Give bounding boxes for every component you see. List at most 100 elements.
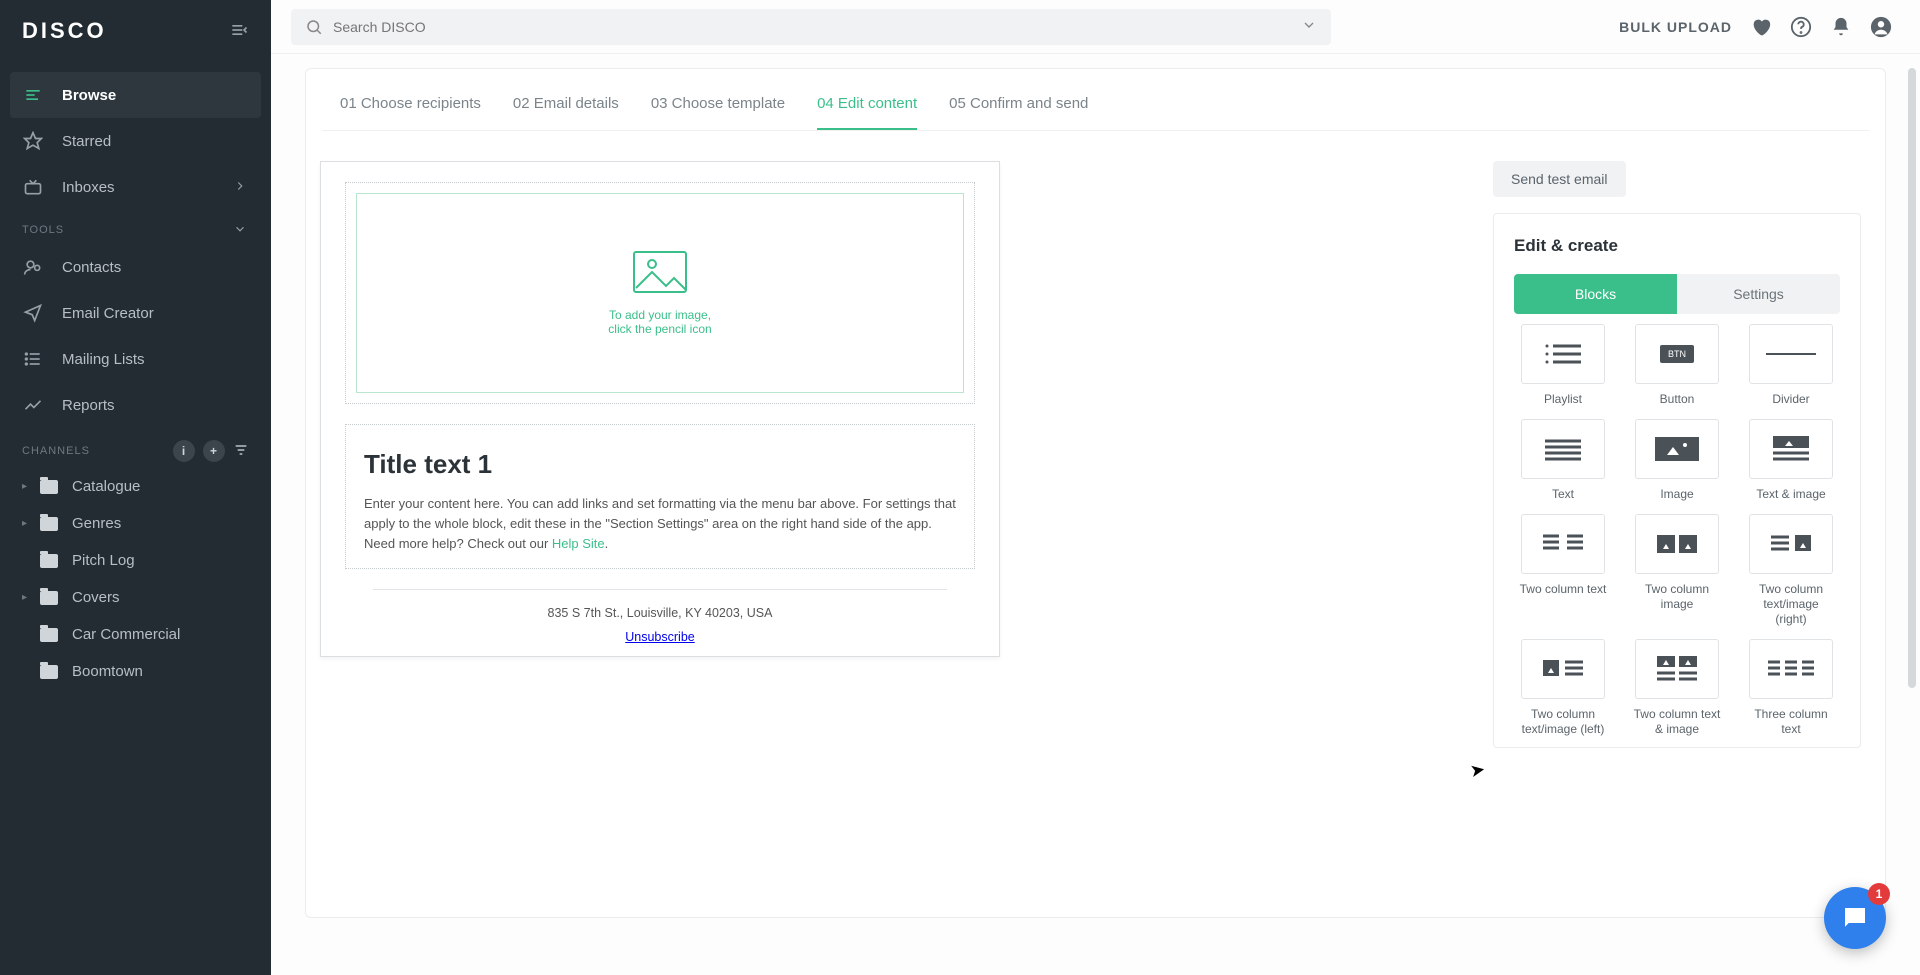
- block-playlist[interactable]: Playlist: [1514, 324, 1612, 407]
- channel-boomtown[interactable]: ▸ Boomtown: [0, 653, 271, 690]
- image-dropzone[interactable]: To add your image, click the pencil icon: [356, 193, 964, 393]
- block-label: Text & image: [1756, 487, 1825, 502]
- channels-header: CHANNELS i +: [0, 428, 271, 468]
- browse-icon: [22, 84, 44, 106]
- chat-widget[interactable]: 1: [1824, 887, 1886, 949]
- block-label: Divider: [1772, 392, 1809, 407]
- star-icon: [22, 130, 44, 152]
- sidebar-item-mailing-lists[interactable]: Mailing Lists: [0, 336, 271, 382]
- chevron-right-icon: ▸: [22, 481, 34, 492]
- image-icon: [1655, 437, 1699, 461]
- three-col-text-icon: [1765, 657, 1817, 681]
- button-icon: BTN: [1660, 345, 1694, 363]
- image-placeholder-icon: [632, 250, 688, 294]
- step-confirm-send[interactable]: 05 Confirm and send: [949, 95, 1088, 130]
- collapse-sidebar-icon[interactable]: [229, 20, 249, 43]
- sidebar-item-browse[interactable]: Browse: [10, 72, 261, 118]
- section-title: CHANNELS: [22, 445, 90, 457]
- block-label: Two column text & image: [1632, 707, 1722, 737]
- block-label: Three column text: [1746, 707, 1836, 737]
- scrollbar[interactable]: [1908, 68, 1916, 688]
- channel-car-commercial[interactable]: ▸ Car Commercial: [0, 616, 271, 653]
- folder-icon: [40, 554, 58, 568]
- send-test-button[interactable]: Send test email: [1493, 161, 1626, 197]
- block-label: Playlist: [1544, 392, 1582, 407]
- playlist-icon: [1541, 340, 1585, 368]
- contacts-icon: [22, 256, 44, 278]
- channel-label: Car Commercial: [72, 626, 180, 643]
- reports-icon: [22, 394, 44, 416]
- sidebar-item-email-creator[interactable]: Email Creator: [0, 290, 271, 336]
- help-site-link[interactable]: Help Site: [552, 536, 605, 551]
- block-two-col-text-image-left[interactable]: Two column text/image (left): [1514, 639, 1612, 737]
- segment-blocks[interactable]: Blocks: [1514, 274, 1677, 314]
- block-two-col-image[interactable]: Two column image: [1628, 514, 1726, 627]
- unsubscribe-link[interactable]: Unsubscribe: [625, 630, 694, 644]
- chevron-down-icon[interactable]: [1301, 17, 1317, 36]
- sidebar-item-label: Email Creator: [62, 305, 154, 322]
- step-email-details[interactable]: 02 Email details: [513, 95, 619, 130]
- sidebar-item-label: Starred: [62, 133, 111, 150]
- channel-genres[interactable]: ▸ Genres: [0, 505, 271, 542]
- sidebar-item-inboxes[interactable]: Inboxes: [0, 164, 271, 210]
- block-two-col-text-and-image[interactable]: Two column text & image: [1628, 639, 1726, 737]
- block-text-image[interactable]: Text & image: [1742, 419, 1840, 502]
- channels-info-icon[interactable]: i: [173, 440, 195, 462]
- block-label: Two column text: [1520, 582, 1607, 597]
- block-label: Text: [1552, 487, 1574, 502]
- main: BULK UPLOAD 01 Choose recipients: [271, 0, 1920, 975]
- block-text[interactable]: Text: [1514, 419, 1612, 502]
- folder-icon: [40, 517, 58, 531]
- block-three-col-text[interactable]: Three column text: [1742, 639, 1840, 737]
- list-icon: [22, 348, 44, 370]
- channel-label: Boomtown: [72, 663, 143, 680]
- title-block[interactable]: Title text 1 Enter your content here. Yo…: [345, 424, 975, 569]
- block-button[interactable]: BTN Button: [1628, 324, 1726, 407]
- block-label: Two column text/image (right): [1746, 582, 1836, 627]
- chevron-right-icon: ▸: [22, 518, 34, 529]
- block-two-col-text[interactable]: Two column text: [1514, 514, 1612, 627]
- channel-pitch-log[interactable]: ▸ Pitch Log: [0, 542, 271, 579]
- block-image[interactable]: Image: [1628, 419, 1726, 502]
- text-image-icon: [1767, 434, 1815, 464]
- footer-block[interactable]: 835 S 7th St., Louisville, KY 40203, USA…: [345, 589, 975, 656]
- channels-filter-icon[interactable]: [233, 442, 249, 461]
- help-icon[interactable]: [1790, 16, 1812, 38]
- block-label: Button: [1660, 392, 1695, 407]
- block-two-col-text-image-right[interactable]: Two column text/image (right): [1742, 514, 1840, 627]
- search-input[interactable]: [291, 9, 1331, 45]
- sidebar-item-contacts[interactable]: Contacts: [0, 244, 271, 290]
- edit-create-panel: Edit & create Blocks Settings Playlist: [1493, 213, 1861, 748]
- search-field[interactable]: [323, 19, 1301, 35]
- block-divider[interactable]: Divider: [1742, 324, 1840, 407]
- heart-icon[interactable]: [1750, 16, 1772, 38]
- segment-settings[interactable]: Settings: [1677, 274, 1840, 314]
- folder-icon: [40, 665, 58, 679]
- wizard-steps: 01 Choose recipients 02 Email details 03…: [322, 69, 1869, 131]
- help-prefix: Need more help? Check out our: [364, 536, 552, 551]
- step-edit-content[interactable]: 04 Edit content: [817, 95, 917, 130]
- sidebar-item-label: Reports: [62, 397, 115, 414]
- email-preview[interactable]: To add your image, click the pencil icon…: [320, 161, 1000, 657]
- sidebar: DISCO Browse Starred: [0, 0, 271, 975]
- step-recipients[interactable]: 01 Choose recipients: [340, 95, 481, 130]
- title-heading: Title text 1: [364, 449, 956, 480]
- divider-icon: [1766, 353, 1816, 355]
- folder-icon: [40, 628, 58, 642]
- account-icon[interactable]: [1870, 16, 1892, 38]
- channels-add-icon[interactable]: +: [203, 440, 225, 462]
- channel-covers[interactable]: ▸ Covers: [0, 579, 271, 616]
- bulk-upload-link[interactable]: BULK UPLOAD: [1619, 19, 1732, 35]
- sidebar-item-reports[interactable]: Reports: [0, 382, 271, 428]
- title-body1: Enter your content here. You can add lin…: [364, 494, 956, 534]
- folder-icon: [40, 591, 58, 605]
- step-choose-template[interactable]: 03 Choose template: [651, 95, 785, 130]
- search-icon: [305, 18, 323, 36]
- sidebar-item-label: Browse: [62, 87, 116, 104]
- folder-icon: [40, 480, 58, 494]
- bell-icon[interactable]: [1830, 16, 1852, 38]
- sidebar-item-starred[interactable]: Starred: [0, 118, 271, 164]
- channel-catalogue[interactable]: ▸ Catalogue: [0, 468, 271, 505]
- tools-header[interactable]: TOOLS: [0, 210, 271, 244]
- image-block[interactable]: To add your image, click the pencil icon: [345, 182, 975, 404]
